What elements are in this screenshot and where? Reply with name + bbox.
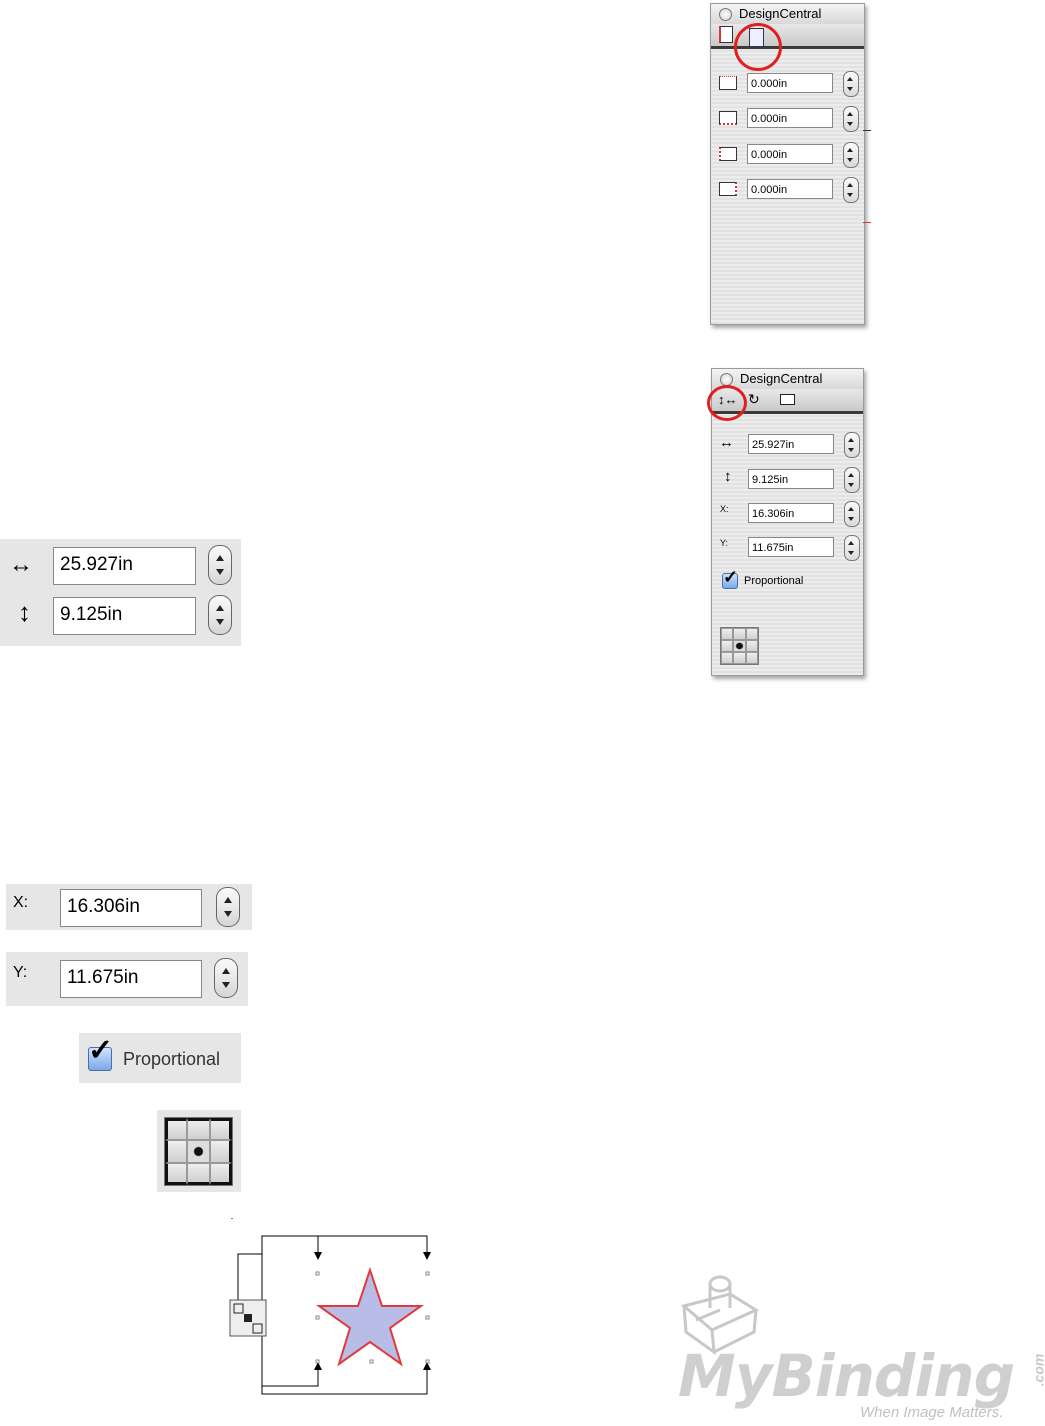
highlight-circle-margins-tab — [734, 23, 782, 71]
left-margin-stepper[interactable] — [843, 142, 859, 168]
palette-title: DesignCentral — [740, 371, 823, 386]
right-margin-icon — [719, 182, 737, 196]
palette-close-button[interactable] — [719, 8, 732, 21]
detail-x-label: X: — [13, 894, 29, 911]
bottom-margin-field[interactable]: 0.000in — [747, 108, 833, 128]
right-margin-field[interactable]: 0.000in — [747, 179, 833, 199]
proportional-label: Proportional — [744, 575, 804, 587]
y-field[interactable]: 11.675in — [748, 537, 834, 557]
highlight-circle-size-tab — [707, 385, 747, 421]
palette-title-bar[interactable]: DesignCentral — [711, 4, 864, 24]
bottom-margin-stepper[interactable] — [843, 106, 859, 132]
detail-proportional-label: Proportional — [123, 1049, 221, 1069]
connector-bottom-right — [261, 1368, 428, 1395]
top-margin-field[interactable]: 0.000in — [747, 73, 833, 93]
logo-tagline: When Image Matters. — [860, 1404, 1004, 1421]
margin-row-top: 0.000in — [717, 71, 859, 98]
detail-x-field[interactable]: 16.306in — [60, 889, 202, 927]
vertical-arrows-icon: ↕ — [724, 468, 732, 485]
star-shape — [315, 1266, 425, 1367]
vertical-arrows-icon: ↕ — [18, 597, 31, 627]
connector-bottom-left — [261, 1330, 319, 1387]
document-edge-line-red — [863, 222, 871, 223]
height-stepper[interactable] — [844, 467, 860, 493]
horizontal-arrows-icon: ↔ — [9, 551, 33, 578]
detail-y-stepper[interactable] — [214, 958, 238, 998]
bottom-margin-icon — [719, 111, 737, 125]
connector-top-right — [262, 1235, 428, 1254]
margin-row-bottom: 0.000in — [717, 106, 859, 133]
width-stepper[interactable] — [844, 432, 860, 458]
top-margin-stepper[interactable] — [843, 71, 859, 97]
detail-proportional-strip[interactable]: ✓ Proportional — [79, 1033, 241, 1083]
tab-rotate-icon[interactable]: ↻ — [748, 391, 760, 408]
reference-point-grid-icon[interactable] — [720, 627, 759, 665]
height-row: ↕ 9.125in — [718, 467, 860, 494]
detail-height-stepper[interactable] — [208, 595, 232, 635]
logo-suffix: .com — [1030, 1353, 1045, 1387]
right-margin-stepper[interactable] — [843, 177, 859, 203]
logo-name: MyBinding — [678, 1342, 1015, 1410]
detail-y-label: Y: — [13, 964, 28, 981]
height-field[interactable]: 9.125in — [748, 469, 834, 489]
y-label: Y: — [720, 538, 729, 548]
top-margin-icon — [719, 76, 737, 90]
x-row: X: 16.306in — [718, 501, 860, 528]
tab-frame-icon[interactable] — [780, 394, 795, 405]
detail-y-strip: Y: 11.675in — [6, 952, 248, 1006]
detail-reference-point-strip — [157, 1110, 241, 1192]
detail-x-strip: X: 16.306in — [6, 884, 252, 930]
x-label: X: — [720, 504, 729, 514]
left-margin-icon — [719, 147, 737, 161]
connector-left-outer — [237, 1253, 262, 1300]
proportional-checkbox-row[interactable]: ✓ Proportional — [722, 567, 842, 593]
detail-width-field[interactable]: 25.927in — [53, 547, 196, 585]
designcentral-palette-margins: DesignCentral 0.000in 0.000in 0.000in 0.… — [710, 3, 865, 325]
x-stepper[interactable] — [844, 501, 860, 527]
width-row: ↔ 25.927in — [718, 432, 860, 459]
reference-point-grid-icon[interactable] — [164, 1117, 233, 1186]
detail-x-stepper[interactable] — [216, 887, 240, 927]
reference-point-diagram — [229, 1218, 431, 1395]
y-stepper[interactable] — [844, 535, 860, 561]
y-row: Y: 11.675in — [718, 535, 860, 562]
x-field[interactable]: 16.306in — [748, 503, 834, 523]
detail-height-field[interactable]: 9.125in — [53, 597, 196, 635]
left-margin-field[interactable]: 0.000in — [747, 144, 833, 164]
detail-width-height-strip: ↔ 25.927in ↕ 9.125in — [0, 539, 241, 646]
checkmark-icon: ✓ — [88, 1034, 114, 1067]
margin-row-right: 0.000in — [717, 177, 859, 204]
checkmark-icon: ✓ — [723, 567, 739, 587]
document-edge-line — [863, 130, 871, 131]
width-field[interactable]: 25.927in — [748, 434, 834, 454]
horizontal-arrows-icon: ↔ — [719, 434, 734, 451]
palette-title: DesignCentral — [739, 6, 822, 21]
tab-document[interactable] — [719, 26, 733, 43]
connector-top-left — [261, 1235, 319, 1300]
margin-row-left: 0.000in — [717, 142, 859, 169]
mybinding-logo: MyBinding .com When Image Matters. — [676, 1270, 1045, 1426]
detail-y-field[interactable]: 11.675in — [60, 960, 202, 998]
detail-width-stepper[interactable] — [208, 545, 232, 585]
